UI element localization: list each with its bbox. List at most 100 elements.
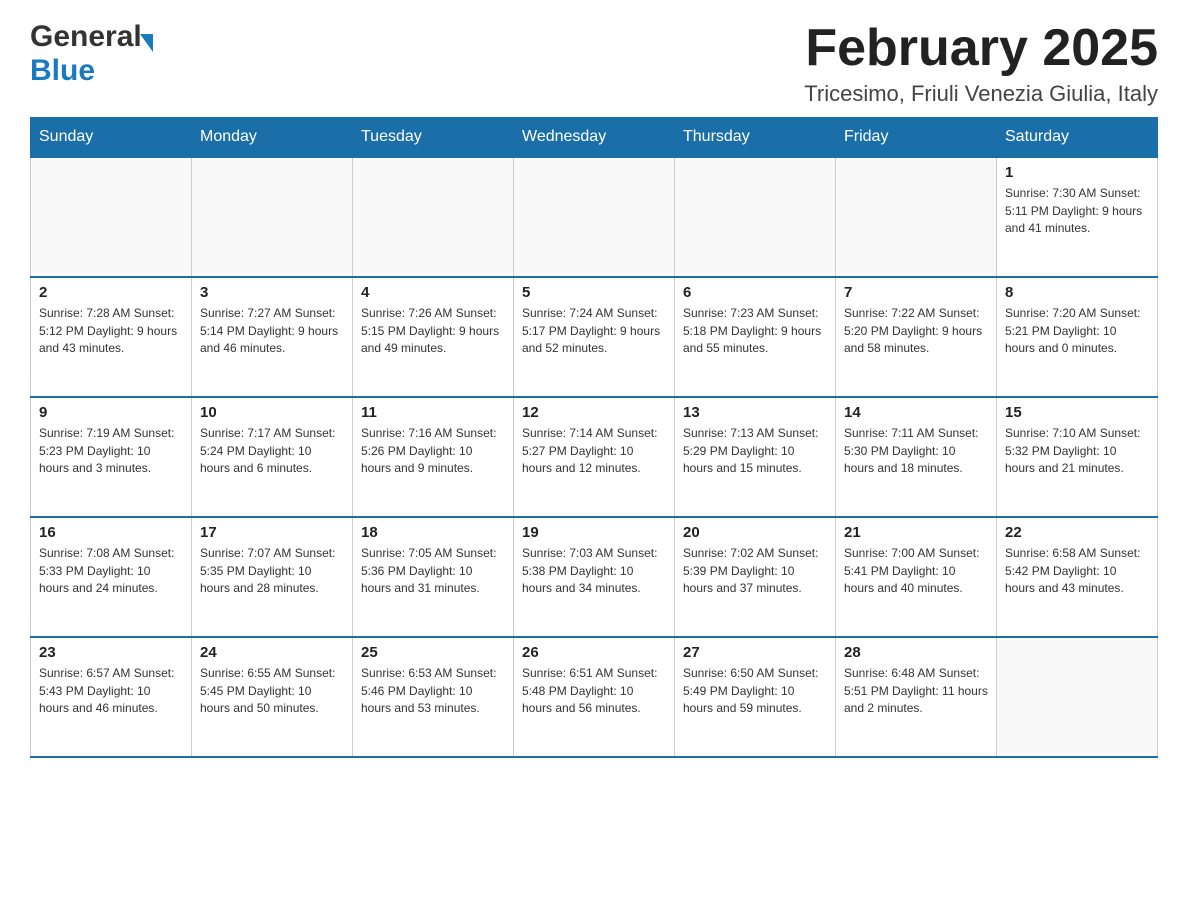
day-info: Sunrise: 7:03 AM Sunset: 5:38 PM Dayligh… bbox=[522, 545, 666, 597]
calendar-day-cell: 27 Sunrise: 6:50 AM Sunset: 5:49 PM Dayli… bbox=[675, 637, 836, 757]
day-info: Sunrise: 7:26 AM Sunset: 5:15 PM Dayligh… bbox=[361, 305, 505, 357]
calendar-day-header: Wednesday bbox=[514, 118, 675, 158]
calendar-day-cell: 6Sunrise: 7:23 AM Sunset: 5:18 PM Daylig… bbox=[675, 277, 836, 397]
day-info: Sunrise: 6:55 AM Sunset: 5:45 PM Dayligh… bbox=[200, 665, 344, 717]
calendar-day-cell: 21 Sunrise: 7:00 AM Sunset: 5:41 PM Dayli… bbox=[836, 517, 997, 637]
day-info: Sunrise: 7:19 AM Sunset: 5:23 PM Dayligh… bbox=[39, 425, 183, 477]
calendar-day-cell bbox=[353, 157, 514, 277]
day-info: Sunrise: 6:51 AM Sunset: 5:48 PM Dayligh… bbox=[522, 665, 666, 717]
day-number: 19 bbox=[522, 524, 666, 541]
calendar-day-header: Sunday bbox=[31, 118, 192, 158]
calendar-day-cell: 3Sunrise: 7:27 AM Sunset: 5:14 PM Daylig… bbox=[192, 277, 353, 397]
calendar-day-cell: 1 Sunrise: 7:30 AM Sunset: 5:11 PM Daylig… bbox=[997, 157, 1158, 277]
calendar-day-cell bbox=[997, 637, 1158, 757]
calendar-day-header: Thursday bbox=[675, 118, 836, 158]
day-info: Sunrise: 7:07 AM Sunset: 5:35 PM Dayligh… bbox=[200, 545, 344, 597]
day-info: Sunrise: 7:13 AM Sunset: 5:29 PM Dayligh… bbox=[683, 425, 827, 477]
day-number: 5 bbox=[522, 284, 666, 301]
day-number: 10 bbox=[200, 404, 344, 421]
calendar-day-cell: 11Sunrise: 7:16 AM Sunset: 5:26 PM Dayli… bbox=[353, 397, 514, 517]
calendar-day-cell: 4 Sunrise: 7:26 AM Sunset: 5:15 PM Daylig… bbox=[353, 277, 514, 397]
location-subtitle: Tricesimo, Friuli Venezia Giulia, Italy bbox=[804, 81, 1158, 107]
calendar-week-row: 2 Sunrise: 7:28 AM Sunset: 5:12 PM Daylig… bbox=[31, 277, 1158, 397]
calendar-day-cell: 2 Sunrise: 7:28 AM Sunset: 5:12 PM Daylig… bbox=[31, 277, 192, 397]
day-number: 24 bbox=[200, 644, 344, 661]
calendar-day-cell bbox=[192, 157, 353, 277]
calendar-day-cell: 18 Sunrise: 7:05 AM Sunset: 5:36 PM Dayli… bbox=[353, 517, 514, 637]
calendar-day-cell bbox=[31, 157, 192, 277]
calendar-week-row: 9 Sunrise: 7:19 AM Sunset: 5:23 PM Daylig… bbox=[31, 397, 1158, 517]
day-info: Sunrise: 7:30 AM Sunset: 5:11 PM Dayligh… bbox=[1005, 185, 1149, 237]
calendar-day-cell: 25 Sunrise: 6:53 AM Sunset: 5:46 PM Dayli… bbox=[353, 637, 514, 757]
calendar-day-cell bbox=[836, 157, 997, 277]
calendar-day-header: Friday bbox=[836, 118, 997, 158]
calendar-day-cell bbox=[514, 157, 675, 277]
month-title: February 2025 bbox=[804, 20, 1158, 77]
calendar-day-cell: 12Sunrise: 7:14 AM Sunset: 5:27 PM Dayli… bbox=[514, 397, 675, 517]
day-number: 3 bbox=[200, 284, 344, 301]
day-info: Sunrise: 7:23 AM Sunset: 5:18 PM Dayligh… bbox=[683, 305, 827, 357]
page-header: General Blue February 2025 Tricesimo, Fr… bbox=[30, 20, 1158, 107]
calendar-day-cell: 28 Sunrise: 6:48 AM Sunset: 5:51 PM Dayli… bbox=[836, 637, 997, 757]
calendar-day-header: Tuesday bbox=[353, 118, 514, 158]
calendar-week-row: 16Sunrise: 7:08 AM Sunset: 5:33 PM Dayli… bbox=[31, 517, 1158, 637]
day-info: Sunrise: 7:28 AM Sunset: 5:12 PM Dayligh… bbox=[39, 305, 183, 357]
calendar-day-cell bbox=[675, 157, 836, 277]
calendar-week-row: 23 Sunrise: 6:57 AM Sunset: 5:43 PM Dayli… bbox=[31, 637, 1158, 757]
day-info: Sunrise: 6:53 AM Sunset: 5:46 PM Dayligh… bbox=[361, 665, 505, 717]
day-info: Sunrise: 6:57 AM Sunset: 5:43 PM Dayligh… bbox=[39, 665, 183, 717]
day-number: 27 bbox=[683, 644, 827, 661]
day-number: 11 bbox=[361, 404, 505, 421]
day-number: 26 bbox=[522, 644, 666, 661]
day-info: Sunrise: 7:14 AM Sunset: 5:27 PM Dayligh… bbox=[522, 425, 666, 477]
day-number: 21 bbox=[844, 524, 988, 541]
calendar-week-row: 1 Sunrise: 7:30 AM Sunset: 5:11 PM Daylig… bbox=[31, 157, 1158, 277]
day-info: Sunrise: 7:10 AM Sunset: 5:32 PM Dayligh… bbox=[1005, 425, 1149, 477]
day-info: Sunrise: 7:17 AM Sunset: 5:24 PM Dayligh… bbox=[200, 425, 344, 477]
calendar-day-cell: 23 Sunrise: 6:57 AM Sunset: 5:43 PM Dayli… bbox=[31, 637, 192, 757]
day-info: Sunrise: 6:58 AM Sunset: 5:42 PM Dayligh… bbox=[1005, 545, 1149, 597]
day-number: 28 bbox=[844, 644, 988, 661]
calendar-day-cell: 13 Sunrise: 7:13 AM Sunset: 5:29 PM Dayli… bbox=[675, 397, 836, 517]
day-number: 2 bbox=[39, 284, 183, 301]
day-number: 13 bbox=[683, 404, 827, 421]
day-info: Sunrise: 7:00 AM Sunset: 5:41 PM Dayligh… bbox=[844, 545, 988, 597]
calendar-day-header: Saturday bbox=[997, 118, 1158, 158]
day-info: Sunrise: 6:50 AM Sunset: 5:49 PM Dayligh… bbox=[683, 665, 827, 717]
calendar-day-header: Monday bbox=[192, 118, 353, 158]
day-number: 18 bbox=[361, 524, 505, 541]
day-number: 7 bbox=[844, 284, 988, 301]
day-number: 17 bbox=[200, 524, 344, 541]
calendar-day-cell: 8Sunrise: 7:20 AM Sunset: 5:21 PM Daylig… bbox=[997, 277, 1158, 397]
calendar-header-row: SundayMondayTuesdayWednesdayThursdayFrid… bbox=[31, 118, 1158, 158]
title-block: February 2025 Tricesimo, Friuli Venezia … bbox=[804, 20, 1158, 107]
day-number: 22 bbox=[1005, 524, 1149, 541]
day-number: 25 bbox=[361, 644, 505, 661]
day-info: Sunrise: 7:22 AM Sunset: 5:20 PM Dayligh… bbox=[844, 305, 988, 357]
day-number: 14 bbox=[844, 404, 988, 421]
day-info: Sunrise: 6:48 AM Sunset: 5:51 PM Dayligh… bbox=[844, 665, 988, 717]
calendar-day-cell: 7 Sunrise: 7:22 AM Sunset: 5:20 PM Daylig… bbox=[836, 277, 997, 397]
day-info: Sunrise: 7:05 AM Sunset: 5:36 PM Dayligh… bbox=[361, 545, 505, 597]
calendar-day-cell: 16Sunrise: 7:08 AM Sunset: 5:33 PM Dayli… bbox=[31, 517, 192, 637]
calendar-day-cell: 22 Sunrise: 6:58 AM Sunset: 5:42 PM Dayli… bbox=[997, 517, 1158, 637]
logo-general-text: General bbox=[30, 20, 142, 54]
calendar-day-cell: 19 Sunrise: 7:03 AM Sunset: 5:38 PM Dayli… bbox=[514, 517, 675, 637]
logo-arrow-icon bbox=[140, 34, 153, 52]
day-info: Sunrise: 7:20 AM Sunset: 5:21 PM Dayligh… bbox=[1005, 305, 1149, 357]
calendar-day-cell: 17 Sunrise: 7:07 AM Sunset: 5:35 PM Dayli… bbox=[192, 517, 353, 637]
day-number: 20 bbox=[683, 524, 827, 541]
day-info: Sunrise: 7:24 AM Sunset: 5:17 PM Dayligh… bbox=[522, 305, 666, 357]
day-number: 23 bbox=[39, 644, 183, 661]
day-number: 9 bbox=[39, 404, 183, 421]
logo-blue-text: Blue bbox=[30, 54, 95, 88]
calendar-day-cell: 24 Sunrise: 6:55 AM Sunset: 5:45 PM Dayli… bbox=[192, 637, 353, 757]
calendar-day-cell: 20Sunrise: 7:02 AM Sunset: 5:39 PM Dayli… bbox=[675, 517, 836, 637]
day-number: 15 bbox=[1005, 404, 1149, 421]
calendar-day-cell: 26 Sunrise: 6:51 AM Sunset: 5:48 PM Dayli… bbox=[514, 637, 675, 757]
day-number: 1 bbox=[1005, 164, 1149, 181]
calendar-table: SundayMondayTuesdayWednesdayThursdayFrid… bbox=[30, 117, 1158, 758]
calendar-day-cell: 5 Sunrise: 7:24 AM Sunset: 5:17 PM Daylig… bbox=[514, 277, 675, 397]
day-info: Sunrise: 7:11 AM Sunset: 5:30 PM Dayligh… bbox=[844, 425, 988, 477]
day-number: 4 bbox=[361, 284, 505, 301]
